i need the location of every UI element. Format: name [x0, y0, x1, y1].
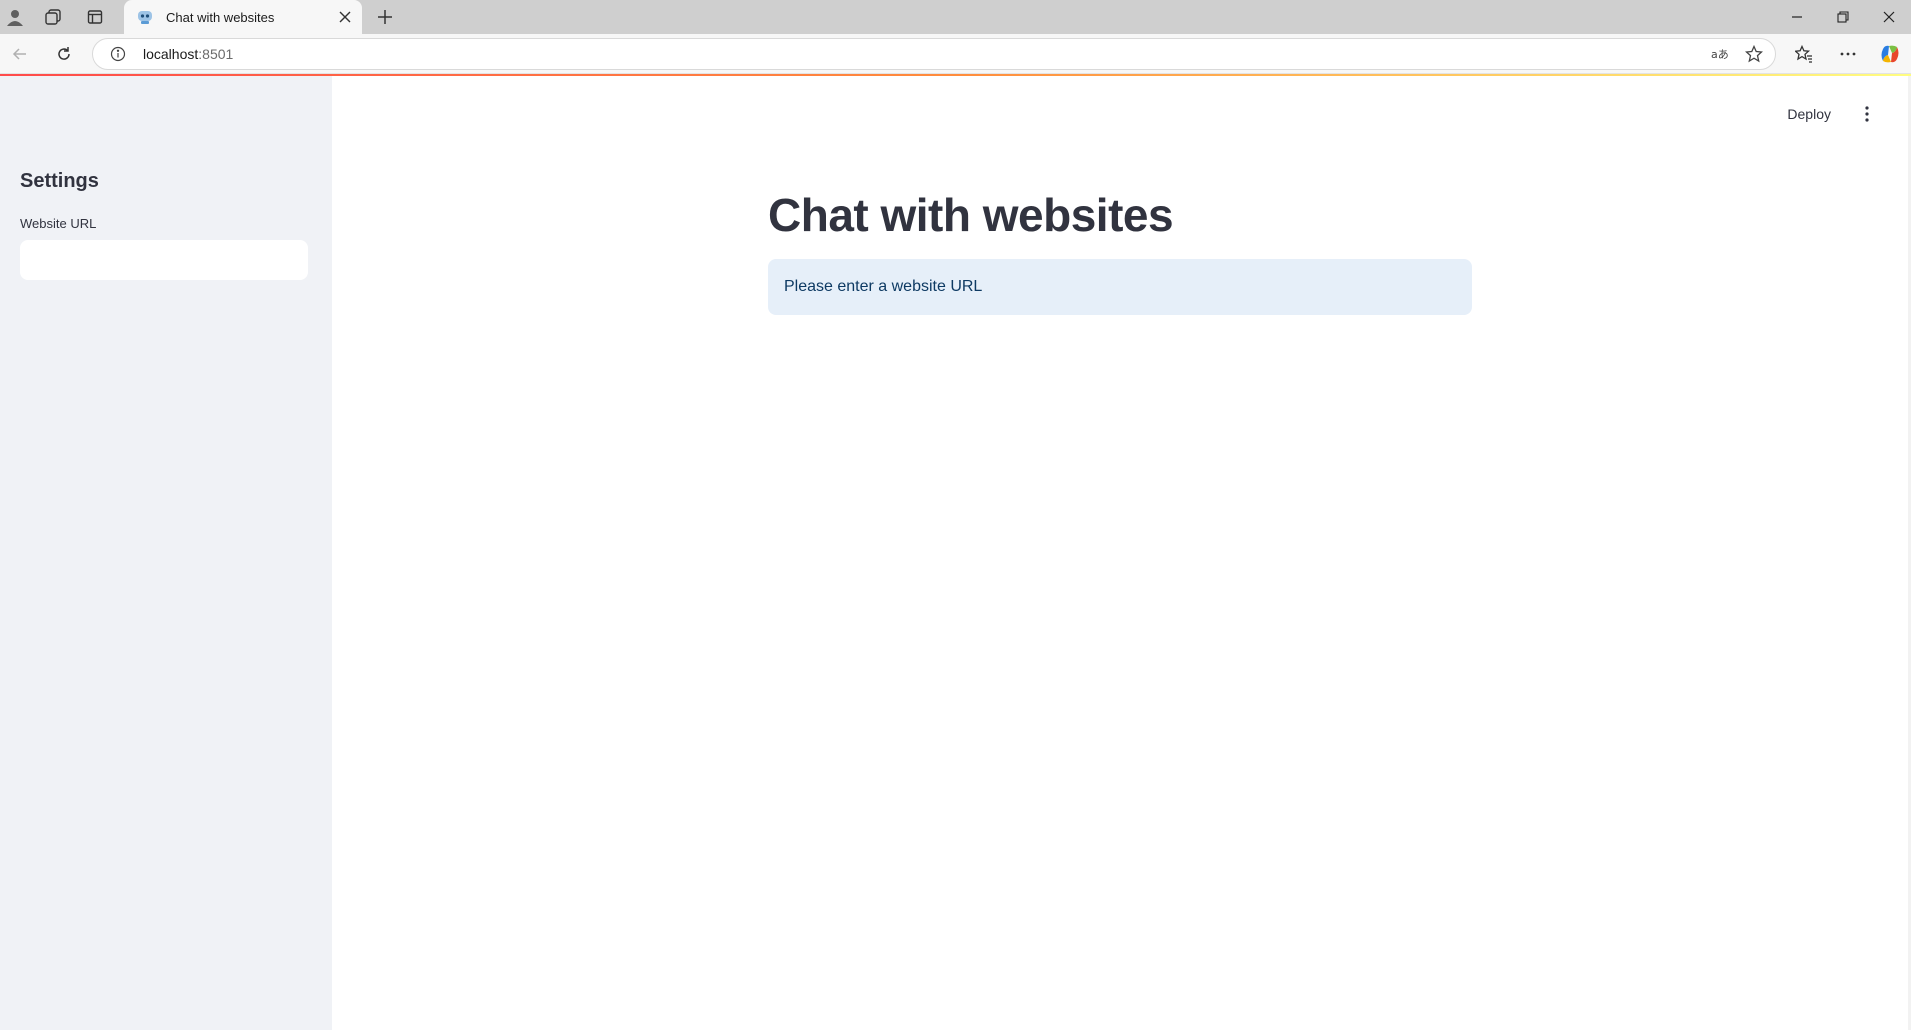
favorites-icon[interactable]: [1790, 40, 1818, 68]
info-icon[interactable]: [107, 43, 129, 65]
profile-icon[interactable]: [2, 4, 28, 30]
tab-favicon: [136, 8, 154, 26]
sidebar: Settings Website URL: [0, 76, 332, 1030]
workspaces-icon[interactable]: [40, 4, 66, 30]
url-port: :8501: [198, 46, 234, 62]
restore-icon[interactable]: [1820, 0, 1866, 34]
window-close-icon[interactable]: [1866, 0, 1911, 34]
vertical-tabs-icon[interactable]: [82, 4, 108, 30]
minimize-icon[interactable]: [1774, 0, 1820, 34]
read-aloud-icon[interactable]: aあ: [1707, 41, 1733, 67]
kebab-menu-icon[interactable]: [1853, 100, 1881, 128]
sidebar-title: Settings: [20, 170, 99, 192]
website-url-label: Website URL: [20, 216, 97, 231]
info-alert-text: Please enter a website URL: [784, 278, 983, 295]
page-title: Chat with websites: [768, 189, 1174, 241]
close-icon[interactable]: [334, 6, 356, 28]
address-bar[interactable]: localhost:8501 aあ: [92, 38, 1776, 70]
copilot-icon[interactable]: [1876, 40, 1904, 68]
svg-text:aあ: aあ: [1711, 48, 1729, 61]
url-host: localhost: [143, 46, 199, 62]
refresh-icon[interactable]: [50, 40, 78, 68]
tab-title: Chat with websites: [166, 9, 275, 25]
active-tab[interactable]: Chat with websites: [124, 0, 362, 34]
browser-tab-strip: Chat with websites: [0, 0, 1911, 34]
deploy-button[interactable]: Deploy: [1779, 100, 1839, 128]
back-icon[interactable]: [6, 40, 34, 68]
address-toolbar: localhost:8501 aあ: [0, 34, 1911, 74]
website-url-input[interactable]: [20, 240, 308, 280]
app-viewport: Settings Website URL Deploy Chat with we…: [0, 74, 1911, 1030]
info-alert: Please enter a website URL: [768, 259, 1472, 315]
new-tab-icon[interactable]: [372, 4, 398, 30]
url-text[interactable]: localhost:8501: [143, 46, 1707, 62]
star-icon[interactable]: [1741, 41, 1767, 67]
more-icon[interactable]: [1834, 40, 1862, 68]
main-content: Deploy Chat with websites Please enter a…: [332, 76, 1911, 1030]
